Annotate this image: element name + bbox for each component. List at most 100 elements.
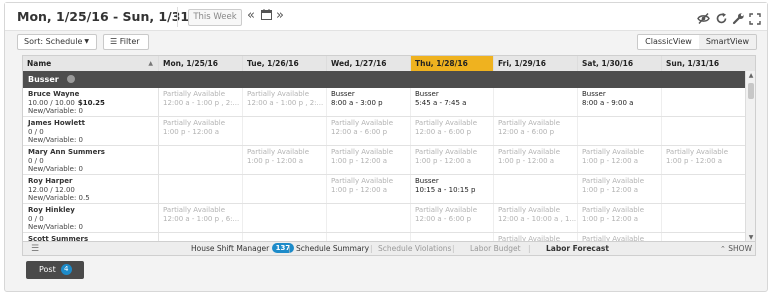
house-shift-manager-link[interactable]: House Shift Manager 137 <box>191 242 295 256</box>
employee-name[interactable]: Mary Ann Summers <box>28 148 153 157</box>
availability-cell[interactable] <box>578 117 662 145</box>
availability-cell[interactable]: Partially Available 12:00 a - 10:00 a , 1… <box>494 204 578 232</box>
availability-cell[interactable]: Partially Available 12:00 a - 1:00 p , 6:… <box>159 204 243 232</box>
employee-new-variable: New/Variable: 0 <box>28 107 84 116</box>
availability-cell[interactable]: Partially Available 1:00 p - 12:00 a <box>243 146 327 174</box>
scroll-down-icon[interactable]: ▼ <box>746 234 755 241</box>
availability-cell[interactable] <box>327 233 411 241</box>
employee-row[interactable]: Roy Hinkley 0 / 0 New/Variable: 0 Partially… <box>23 204 746 233</box>
availability-cell[interactable] <box>411 233 494 241</box>
column-header-thu-today[interactable]: Thu, 1/28/16 <box>411 56 494 71</box>
availability-cell[interactable] <box>159 175 243 203</box>
availability-cell[interactable]: Partially Available 1:00 p - 12:00 a <box>494 146 578 174</box>
availability-cell[interactable] <box>494 175 578 203</box>
scroll-thumb[interactable] <box>748 83 754 99</box>
post-button[interactable]: Post 4 <box>26 261 84 279</box>
schedule-violations-link[interactable]: Schedule Violations <box>378 242 451 256</box>
availability-cell[interactable]: Partially Available <box>578 233 662 241</box>
refresh-icon[interactable] <box>715 10 729 24</box>
availability-cell[interactable]: Partially Available 12:00 a - 6:00 p <box>494 117 578 145</box>
filter-button[interactable]: ☰ Filter <box>103 34 149 50</box>
column-header-name[interactable]: Name ▲ <box>23 56 159 71</box>
availability-cell[interactable]: Partially Available 1:00 p - 12:00 a <box>327 146 411 174</box>
column-header-fri[interactable]: Fri, 1/29/16 <box>494 56 578 71</box>
fullscreen-icon[interactable] <box>749 10 763 25</box>
availability-cell[interactable] <box>662 204 746 232</box>
employee-info[interactable]: Scott Summers <box>23 233 159 241</box>
filter-label: Filter <box>119 37 140 46</box>
column-header-tue[interactable]: Tue, 1/26/16 <box>243 56 327 71</box>
classic-view-button[interactable]: ClassicView <box>638 35 699 49</box>
this-week-button[interactable]: This Week <box>188 9 242 26</box>
availability-cell[interactable]: Partially Available <box>494 233 578 241</box>
sort-dropdown[interactable]: Sort: Schedule ▼ <box>17 34 97 50</box>
availability-cell[interactable] <box>243 204 327 232</box>
column-header-sun[interactable]: Sun, 1/31/16 <box>662 56 755 71</box>
availability-cell[interactable]: Partially Available 12:00 a - 1:00 p , 2:… <box>159 88 243 116</box>
shift-time: 5:45 a - 7:45 a <box>415 98 467 107</box>
group-row-busser[interactable]: Busser <box>23 71 746 88</box>
availability-cell[interactable] <box>243 233 327 241</box>
employee-info[interactable]: Roy Harper 12.00 / 12.00 New/Variable: 0.5 <box>23 175 159 203</box>
availability-cell[interactable] <box>662 175 746 203</box>
availability-cell[interactable]: Partially Available 1:00 p - 12:00 a <box>578 204 662 232</box>
column-header-sat[interactable]: Sat, 1/30/16 <box>578 56 662 71</box>
availability-cell[interactable] <box>159 233 243 241</box>
next-week-icon[interactable]: » <box>276 8 284 24</box>
shift-cell[interactable]: Busser 8:00 a - 9:00 a <box>578 88 662 116</box>
availability-cell[interactable] <box>159 146 243 174</box>
availability-cell[interactable]: Partially Available 1:00 p - 12:00 a <box>159 117 243 145</box>
employee-info[interactable]: Roy Hinkley 0 / 0 New/Variable: 0 <box>23 204 159 232</box>
grid-scrollbar[interactable]: ▲ ▼ <box>745 71 755 241</box>
cost-value: $10.25 <box>77 98 105 107</box>
availability-cell[interactable]: Partially Available 1:00 p - 12:00 a <box>578 146 662 174</box>
availability-cell[interactable]: Partially Available 1:00 p - 12:00 a <box>662 146 746 174</box>
shift-cell[interactable]: Busser 8:00 a - 3:00 p <box>327 88 411 116</box>
calendar-icon[interactable] <box>261 9 272 25</box>
group-toggle-icon[interactable] <box>66 75 75 83</box>
availability-cell[interactable] <box>662 233 746 241</box>
availability-cell[interactable] <box>243 117 327 145</box>
availability-cell[interactable]: Partially Available 12:00 a - 6:00 p <box>411 204 494 232</box>
employee-name[interactable]: Bruce Wayne <box>28 90 153 99</box>
availability-cell[interactable]: Partially Available 1:00 p - 12:00 a <box>327 175 411 203</box>
scroll-up-icon[interactable]: ▲ <box>746 72 755 79</box>
column-header-wed[interactable]: Wed, 1/27/16 <box>327 56 411 71</box>
availability-cell[interactable] <box>243 175 327 203</box>
availability-cell[interactable]: Partially Available 12:00 a - 6:00 p <box>327 117 411 145</box>
availability-cell[interactable]: Partially Available 1:00 p - 12:00 a <box>578 175 662 203</box>
employee-info[interactable]: James Howlett 0 / 0 New/Variable: 0 <box>23 117 159 145</box>
hide-eye-icon[interactable] <box>697 10 711 24</box>
wrench-icon[interactable] <box>732 10 746 25</box>
employee-info[interactable]: Bruce Wayne 10.00 / 10.00 $10.25 New/Variab… <box>23 88 159 116</box>
previous-week-icon[interactable]: « <box>247 8 255 24</box>
employee-name[interactable]: Roy Hinkley <box>28 206 153 215</box>
employee-name[interactable]: James Howlett <box>28 119 153 128</box>
availability-cell[interactable] <box>327 204 411 232</box>
availability-cell[interactable] <box>662 88 746 116</box>
availability-status: Partially Available <box>498 119 560 127</box>
schedule-summary-link[interactable]: Schedule Summary <box>296 242 369 256</box>
employee-name[interactable]: Roy Harper <box>28 177 153 186</box>
shift-cell[interactable]: Busser 5:45 a - 7:45 a <box>411 88 494 116</box>
column-header-mon[interactable]: Mon, 1/25/16 <box>159 56 243 71</box>
availability-cell[interactable]: Partially Available 12:00 a - 6:00 p <box>411 117 494 145</box>
labor-forecast-link[interactable]: Labor Forecast <box>546 242 609 256</box>
shift-position: Busser <box>415 90 439 98</box>
employee-row[interactable]: Mary Ann Summers 0 / 0 New/Variable: 0 Part… <box>23 146 746 175</box>
availability-cell[interactable] <box>662 117 746 145</box>
smart-view-button[interactable]: SmartView <box>698 35 756 49</box>
shift-cell[interactable]: Busser 10:15 a - 10:15 p <box>411 175 494 203</box>
show-toggle[interactable]: ⌃ SHOW <box>720 242 752 256</box>
menu-icon[interactable]: ☰ <box>31 242 39 256</box>
labor-budget-link[interactable]: Labor Budget <box>470 242 521 256</box>
availability-cell[interactable] <box>494 88 578 116</box>
employee-row[interactable]: Bruce Wayne 10.00 / 10.00 $10.25 New/Variab… <box>23 88 746 117</box>
employee-name[interactable]: Scott Summers <box>28 235 153 241</box>
employee-row[interactable]: Roy Harper 12.00 / 12.00 New/Variable: 0.5… <box>23 175 746 204</box>
employee-row[interactable]: Scott Summers Partially Available Partiall… <box>23 233 746 241</box>
employee-info[interactable]: Mary Ann Summers 0 / 0 New/Variable: 0 <box>23 146 159 174</box>
employee-row[interactable]: James Howlett 0 / 0 New/Variable: 0 Partial… <box>23 117 746 146</box>
availability-cell[interactable]: Partially Available 1:00 p - 12:00 a <box>411 146 494 174</box>
availability-cell[interactable]: Partially Available 12:00 a - 1:00 p , 2:… <box>243 88 327 116</box>
